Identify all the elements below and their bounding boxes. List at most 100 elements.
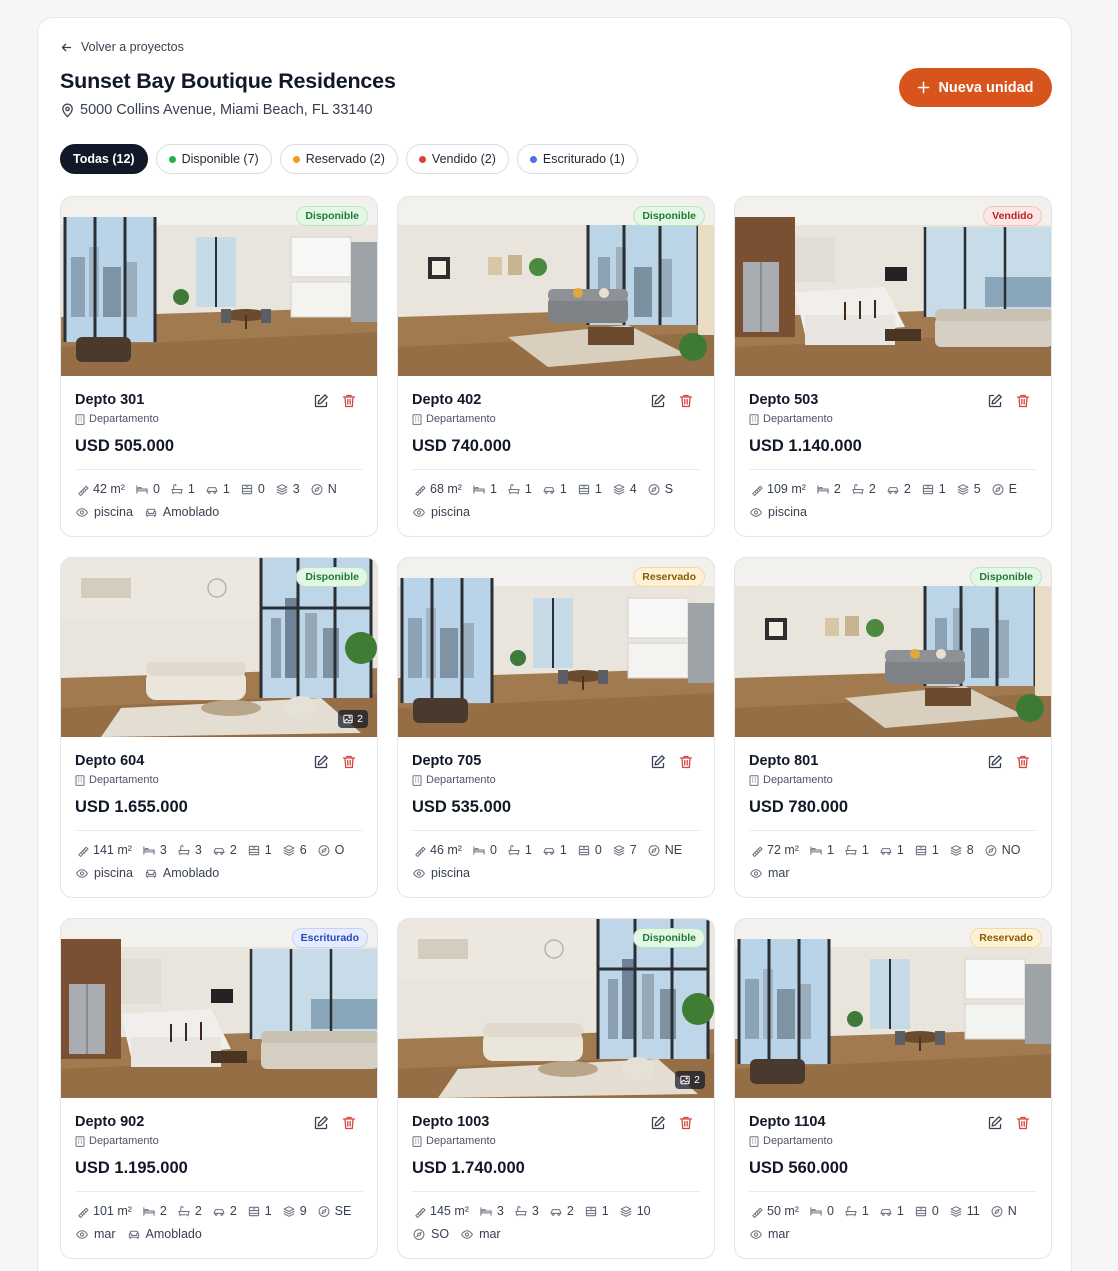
filter-chip[interactable]: Todas (12) xyxy=(60,144,148,174)
unit-photo[interactable]: Vendido xyxy=(735,197,1051,376)
spec-bathrooms-value: 1 xyxy=(861,843,869,857)
trash-icon[interactable] xyxy=(1015,393,1031,409)
unit-photo[interactable]: Disponible xyxy=(735,558,1051,737)
sofa-icon xyxy=(145,508,157,517)
spec-storage: 1 xyxy=(247,1204,272,1218)
unit-price: USD 535.000 xyxy=(412,798,512,816)
ruler-icon xyxy=(415,485,426,496)
unit-type: Departamento xyxy=(749,774,833,786)
spec-orientation: E xyxy=(991,482,1017,496)
image-count: 2 xyxy=(694,1074,700,1086)
filter-chip[interactable]: Escriturado (1) xyxy=(516,144,638,174)
image-count-badge: 2 xyxy=(675,1071,705,1089)
filter-chip[interactable]: Disponible (7) xyxy=(155,144,272,174)
unit-type: Departamento xyxy=(75,1135,159,1147)
trash-icon[interactable] xyxy=(341,754,357,770)
edit-icon[interactable] xyxy=(987,393,1003,409)
unit-type: Departamento xyxy=(75,413,159,425)
spec-area-value: 72 m² xyxy=(767,843,799,857)
layers-icon xyxy=(957,483,969,495)
feature-label: piscina xyxy=(431,866,470,880)
unit-features: piscina Amoblado xyxy=(75,505,230,519)
spec-orientation-value: NO xyxy=(1001,843,1021,857)
spec-floor: 5 xyxy=(956,482,981,496)
edit-icon[interactable] xyxy=(313,1115,329,1131)
unit-photo[interactable]: Disponible xyxy=(61,197,377,376)
spec-bathrooms: 3 xyxy=(514,1204,539,1218)
spec-bathrooms-value: 2 xyxy=(194,1204,202,1218)
page-title: Sunset Bay Boutique Residences xyxy=(60,69,396,93)
spec-area-value: 46 m² xyxy=(430,843,462,857)
ruler-icon xyxy=(78,846,89,857)
unit-photo[interactable]: Disponible 2 xyxy=(61,558,377,737)
trash-icon[interactable] xyxy=(1015,1115,1031,1131)
edit-icon[interactable] xyxy=(313,393,329,409)
unit-specs: 42 m² 0 1 1 0 3 N xyxy=(75,482,347,496)
back-link[interactable]: Volver a proyectos xyxy=(60,40,184,54)
trash-icon[interactable] xyxy=(678,754,694,770)
status-badge: Vendido xyxy=(983,206,1042,226)
spec-storage: 1 xyxy=(914,843,939,857)
edit-icon[interactable] xyxy=(650,393,666,409)
feature-view: piscina xyxy=(749,505,807,519)
edit-icon[interactable] xyxy=(313,754,329,770)
trash-icon[interactable] xyxy=(341,1115,357,1131)
spec-bathrooms: 3 xyxy=(177,843,202,857)
unit-type-text: Departamento xyxy=(763,1135,833,1147)
bed-icon xyxy=(143,1206,155,1216)
unit-photo[interactable]: Disponible xyxy=(398,197,714,376)
unit-card[interactable]: Disponible 2 Depto 604 Departamento USD … xyxy=(60,557,378,898)
trash-icon[interactable] xyxy=(341,393,357,409)
unit-card[interactable]: Vendido Depto 503 Departamento USD 1.140… xyxy=(734,196,1052,537)
unit-card[interactable]: Disponible 2 Depto 1003 Departamento USD… xyxy=(397,918,715,1259)
spec-storage-value: 0 xyxy=(594,843,602,857)
spec-floor: 6 xyxy=(282,843,307,857)
unit-card[interactable]: Disponible Depto 402 Departamento USD 74… xyxy=(397,196,715,537)
feature-view: mar xyxy=(749,1227,790,1241)
spec-bedrooms-value: 1 xyxy=(489,482,497,496)
unit-name: Depto 503 xyxy=(749,392,819,408)
edit-icon[interactable] xyxy=(650,754,666,770)
unit-card[interactable]: Disponible Depto 301 Departamento USD 50… xyxy=(60,196,378,537)
feature-label: mar xyxy=(479,1227,501,1241)
unit-card[interactable]: Reservado Depto 1104 Departamento USD 56… xyxy=(734,918,1052,1259)
spec-bedrooms: 2 xyxy=(816,482,841,496)
project-address-text: 5000 Collins Avenue, Miami Beach, FL 331… xyxy=(80,102,373,118)
spec-parking-value: 2 xyxy=(229,1204,237,1218)
unit-price: USD 1.655.000 xyxy=(75,798,188,816)
spec-orientation: SO xyxy=(412,1227,449,1241)
filter-chip[interactable]: Vendido (2) xyxy=(405,144,509,174)
unit-name: Depto 1104 xyxy=(749,1114,826,1130)
spec-floor: 10 xyxy=(619,1204,651,1218)
filter-chip[interactable]: Reservado (2) xyxy=(279,144,398,174)
trash-icon[interactable] xyxy=(1015,754,1031,770)
spec-area-value: 42 m² xyxy=(93,482,125,496)
edit-icon[interactable] xyxy=(987,1115,1003,1131)
unit-photo[interactable]: Reservado xyxy=(735,919,1051,1098)
spec-storage-value: 1 xyxy=(938,482,946,496)
car-icon xyxy=(550,1208,562,1216)
unit-photo[interactable]: Disponible 2 xyxy=(398,919,714,1098)
spec-parking: 2 xyxy=(549,1204,574,1218)
trash-icon[interactable] xyxy=(678,393,694,409)
bath-icon xyxy=(852,483,864,494)
edit-icon[interactable] xyxy=(987,754,1003,770)
spec-parking: 1 xyxy=(879,843,904,857)
bed-icon xyxy=(810,1206,822,1216)
edit-icon[interactable] xyxy=(650,1115,666,1131)
unit-card[interactable]: Reservado Depto 705 Departamento USD 535… xyxy=(397,557,715,898)
new-unit-button[interactable]: Nueva unidad xyxy=(899,68,1052,107)
compass-icon xyxy=(648,483,660,495)
unit-card[interactable]: Escriturado Depto 902 Departamento USD 1… xyxy=(60,918,378,1259)
image-icon xyxy=(343,714,353,724)
status-filter-bar: Todas (12) Disponible (7) Reservado (2) Ven… xyxy=(60,144,638,174)
unit-photo[interactable]: Reservado xyxy=(398,558,714,737)
unit-card[interactable]: Disponible Depto 801 Departamento USD 78… xyxy=(734,557,1052,898)
spec-area-value: 109 m² xyxy=(767,482,806,496)
spec-storage: 1 xyxy=(247,843,272,857)
spec-bedrooms: 0 xyxy=(809,1204,834,1218)
compass-icon xyxy=(311,483,323,495)
trash-icon[interactable] xyxy=(678,1115,694,1131)
spec-floor: 4 xyxy=(612,482,637,496)
unit-photo[interactable]: Escriturado xyxy=(61,919,377,1098)
